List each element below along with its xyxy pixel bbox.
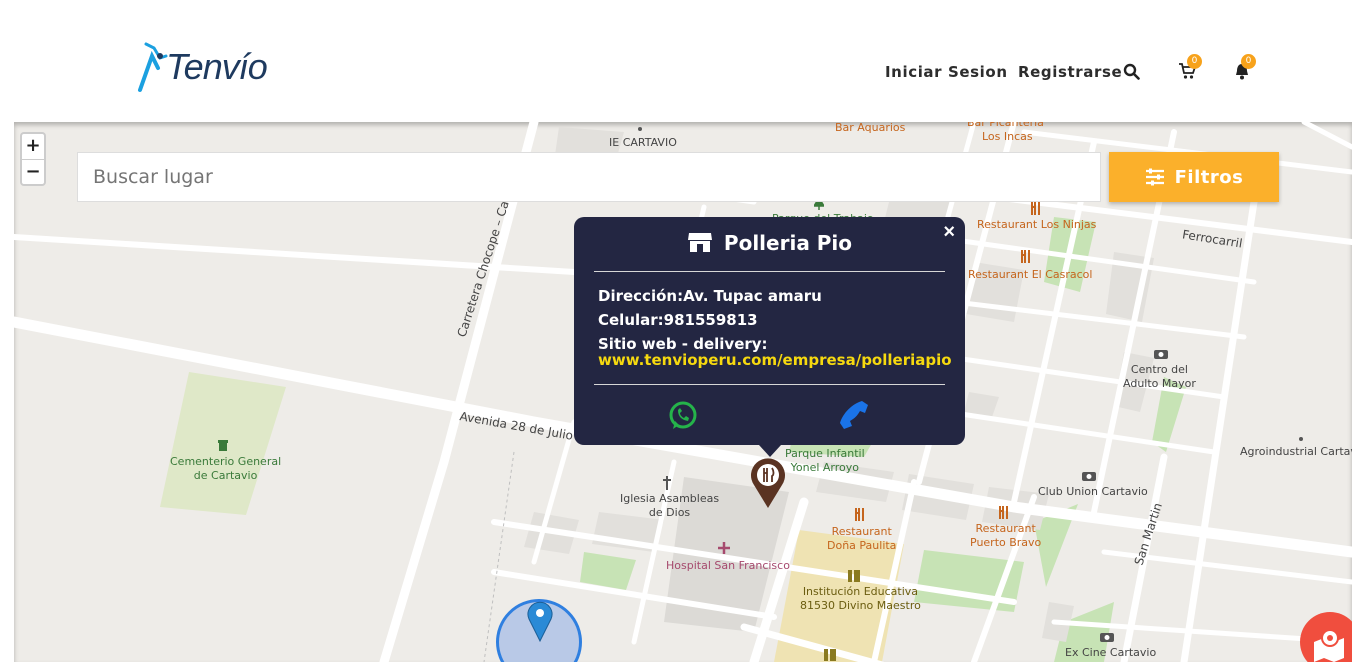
poi-dot <box>638 127 642 131</box>
divider <box>594 271 945 272</box>
cart-count-badge: 0 <box>1187 54 1202 69</box>
hospital-icon <box>718 542 730 554</box>
popup-tail <box>759 445 781 457</box>
restaurant-map-marker[interactable] <box>750 457 786 509</box>
school-icon <box>848 570 860 582</box>
map-label-parque-infantil: Parque Infantil Yonel Arroyo <box>785 447 865 474</box>
map-label-agroindustrial: Agroindustrial Cartav <box>1240 445 1352 458</box>
map-label-restaurant-puerto-bravo: Restaurant Puerto Bravo <box>970 522 1042 549</box>
filters-button-label: Filtros <box>1174 166 1244 188</box>
school-icon <box>824 649 836 661</box>
cart-icon[interactable]: 0 <box>1178 54 1202 85</box>
tenvio-logo[interactable]: Tenvío <box>136 38 268 94</box>
cemetery-icon <box>218 440 228 451</box>
camera-icon <box>1100 633 1114 642</box>
bell-icon[interactable]: 0 <box>1233 54 1256 85</box>
map-label-institucion: Institución Educativa 81530 Divino Maest… <box>800 585 921 612</box>
camera-icon <box>1154 350 1168 359</box>
site-header: Tenvío Iniciar Sesion Registrarse 0 0 <box>0 0 1352 122</box>
filters-button[interactable]: Filtros <box>1109 152 1279 202</box>
map-view[interactable]: IE CARTAVIO Bar Aquarios Bar Picantería … <box>14 122 1352 662</box>
restaurant-icon <box>999 506 1008 519</box>
business-address: Dirección:Av. Tupac amaru <box>598 287 822 305</box>
church-icon <box>663 476 671 490</box>
restaurant-icon <box>855 508 864 521</box>
zoom-control: + − <box>20 132 46 186</box>
map-label-ex-cine: Ex Cine Cartavio <box>1065 646 1157 659</box>
popup-title: Polleria Pio <box>574 231 965 255</box>
business-name: Polleria Pio <box>723 231 853 255</box>
map-label-hospital: Hospital San Francisco <box>666 559 790 572</box>
zoom-out-button[interactable]: − <box>22 159 44 184</box>
restaurant-icon <box>1031 202 1040 215</box>
map-pin-icon <box>1314 629 1344 662</box>
business-phone: Celular:981559813 <box>598 311 758 329</box>
map-label-iglesia: Iglesia Asambleas de Dios <box>620 492 720 519</box>
business-website-link[interactable]: www.tenvioperu.com/empresa/polleriapio <box>598 351 952 369</box>
map-label-restaurant-el-casracol: Restaurant El Casracol <box>968 268 1093 281</box>
whatsapp-icon[interactable] <box>668 401 698 431</box>
sliders-icon <box>1145 168 1164 186</box>
search-icon[interactable] <box>1123 63 1140 85</box>
map-label-los-incas: Los Incas <box>982 130 1033 143</box>
map-label-ie-cartavio: IE CARTAVIO <box>609 136 677 149</box>
divider <box>594 384 945 385</box>
map-label-restaurant-dona-paulita: Restaurant Doña Paulita <box>827 525 897 552</box>
map-view-button[interactable] <box>1300 612 1352 662</box>
user-location-pin-icon[interactable] <box>527 600 553 642</box>
register-link[interactable]: Registrarse <box>1018 63 1122 81</box>
map-label-centro-adulto-mayor: Centro del Adulto Mayor <box>1123 363 1196 390</box>
business-info-popup: Polleria Pio × Dirección:Av. Tupac amaru… <box>574 217 965 457</box>
notifications-count-badge: 0 <box>1241 54 1256 69</box>
place-search-input[interactable] <box>77 152 1101 202</box>
close-icon[interactable]: × <box>943 221 955 244</box>
phone-icon[interactable] <box>838 399 870 431</box>
restaurant-icon <box>1021 250 1030 263</box>
map-label-bar-picanteria: Bar Picantería <box>967 122 1044 129</box>
poi-dot <box>1299 437 1303 441</box>
login-link[interactable]: Iniciar Sesion <box>885 63 1008 81</box>
camera-icon <box>1082 472 1096 481</box>
map-label-bar-aquarios: Bar Aquarios <box>835 122 906 134</box>
map-label-restaurant-los-ninjas: Restaurant Los Ninjas <box>977 218 1097 231</box>
logo-text: Tenvío <box>166 46 268 87</box>
store-icon <box>687 233 712 252</box>
map-label-club-union: Club Union Cartavio <box>1038 485 1148 498</box>
zoom-in-button[interactable]: + <box>22 134 44 159</box>
map-label-cementerio: Cementerio General de Cartavio <box>170 455 282 482</box>
